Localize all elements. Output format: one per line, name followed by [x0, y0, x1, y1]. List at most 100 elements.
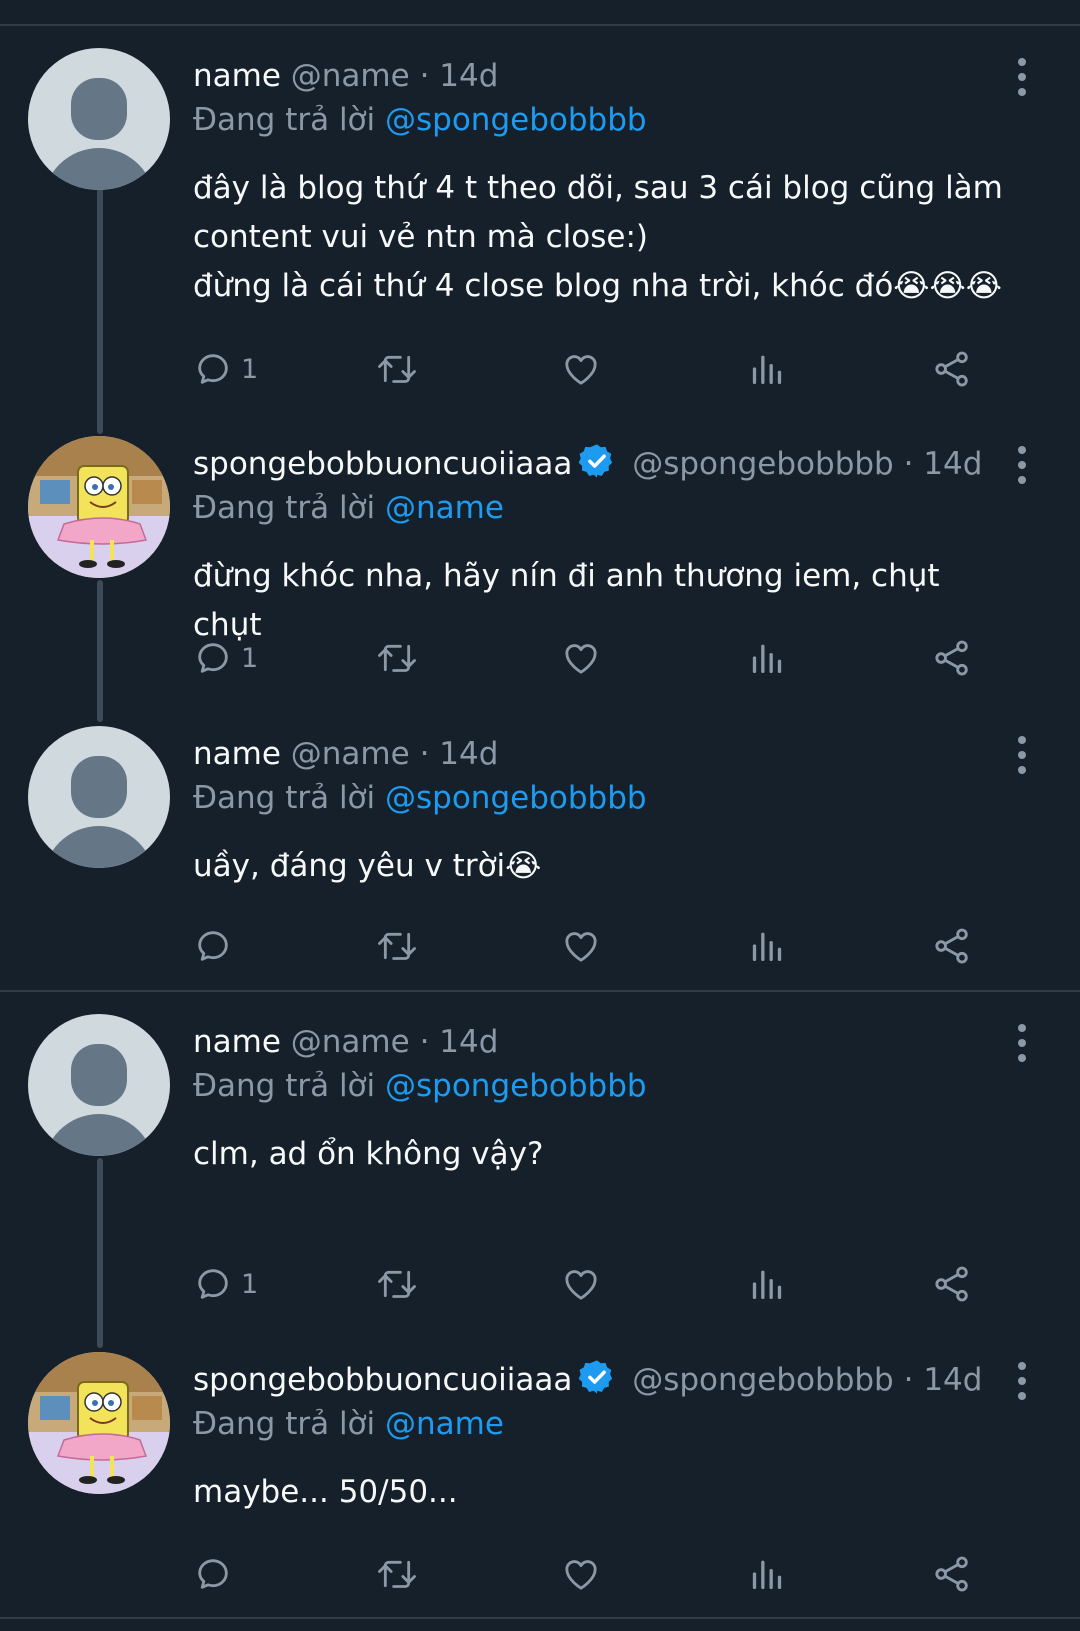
retweet-icon — [378, 932, 416, 960]
share-button[interactable] — [931, 343, 973, 395]
more-icon[interactable] — [1010, 736, 1034, 780]
reply-button[interactable]: 1 — [193, 1258, 258, 1310]
share-button[interactable] — [931, 1548, 973, 1600]
views-button[interactable] — [747, 632, 787, 684]
like-icon — [565, 1560, 597, 1590]
tweet-text: uầy, đáng yêu v trời😭 — [193, 848, 542, 884]
thread-line — [97, 1158, 103, 1348]
like-icon — [565, 1270, 597, 1300]
separator-dot: · — [903, 446, 914, 482]
like-button[interactable] — [561, 632, 601, 684]
reply-mention[interactable]: @name — [385, 1406, 504, 1442]
user-handle[interactable]: @name — [291, 58, 410, 94]
reply-icon — [198, 643, 228, 673]
views-icon — [752, 355, 782, 384]
spongebob-avatar[interactable] — [28, 436, 170, 578]
reply-mention[interactable]: @spongebobbbb — [385, 1068, 647, 1104]
tweet-actions: 1 — [193, 632, 1023, 684]
default-avatar[interactable] — [28, 48, 170, 190]
views-button[interactable] — [747, 1548, 787, 1600]
views-button[interactable] — [747, 920, 787, 972]
retweet-button[interactable] — [375, 1548, 419, 1600]
default-avatar[interactable] — [28, 1014, 170, 1156]
views-button[interactable] — [747, 1258, 787, 1310]
like-button[interactable] — [561, 920, 601, 972]
separator-dot: · — [419, 58, 430, 94]
views-button[interactable] — [747, 343, 787, 395]
reply-label: Đang trả lời — [193, 1406, 376, 1442]
share-icon — [935, 351, 968, 387]
reply-context: Đang trả lời @spongebobbbb — [193, 1064, 1013, 1112]
share-icon — [935, 1556, 968, 1592]
retweet-icon — [378, 1270, 416, 1298]
timestamp[interactable]: 14d — [923, 446, 982, 482]
user-handle[interactable]: @name — [291, 1024, 410, 1060]
reply-count: 1 — [241, 642, 259, 674]
views-icon — [752, 1270, 782, 1299]
retweet-button[interactable] — [375, 1258, 419, 1310]
tweet-actions: 1 — [193, 343, 1023, 395]
reply-button[interactable] — [193, 1548, 241, 1600]
retweet-button[interactable] — [375, 920, 419, 972]
reply-label: Đang trả lời — [193, 490, 376, 526]
more-icon[interactable] — [1010, 446, 1034, 490]
display-name[interactable]: name — [193, 58, 281, 94]
reply-context: Đang trả lời @spongebobbbb — [193, 776, 1013, 824]
tweet-text: đây là blog thứ 4 t theo dõi, sau 3 cái … — [193, 170, 1003, 304]
like-button[interactable] — [561, 1258, 601, 1310]
timestamp[interactable]: 14d — [439, 736, 498, 772]
share-button[interactable] — [931, 920, 973, 972]
like-icon — [565, 644, 597, 674]
tweet-header: name @name · 14d — [193, 1020, 1013, 1064]
views-icon — [752, 932, 782, 961]
more-icon[interactable] — [1010, 1024, 1034, 1068]
tweet-header: name @name · 14d — [193, 732, 1013, 776]
bottom-divider — [0, 1617, 1080, 1619]
reply-button[interactable] — [193, 920, 241, 972]
more-icon[interactable] — [1010, 1362, 1034, 1406]
views-icon — [752, 644, 782, 673]
tweet-header: name @name · 14d — [193, 54, 1013, 98]
user-handle[interactable]: @spongebobbbb — [632, 446, 894, 482]
spongebob-avatar[interactable] — [28, 1352, 170, 1494]
reply-count: 1 — [241, 353, 259, 385]
retweet-button[interactable] — [375, 343, 419, 395]
tweet-text: maybe... 50/50... — [193, 1474, 458, 1510]
user-handle[interactable]: @name — [291, 736, 410, 772]
top-divider — [0, 24, 1080, 26]
reply-button[interactable]: 1 — [193, 632, 258, 684]
reply-label: Đang trả lời — [193, 1068, 376, 1104]
retweet-icon — [378, 644, 416, 672]
reply-button[interactable]: 1 — [193, 343, 258, 395]
retweet-button[interactable] — [375, 632, 419, 684]
default-avatar[interactable] — [28, 726, 170, 868]
verified-icon — [578, 444, 613, 478]
display-name[interactable]: name — [193, 736, 281, 772]
verified-icon — [578, 1360, 613, 1394]
user-handle[interactable]: @spongebobbbb — [632, 1362, 894, 1398]
reply-count: 1 — [241, 1268, 259, 1300]
reply-mention[interactable]: @spongebobbbb — [385, 780, 647, 816]
share-button[interactable] — [931, 1258, 973, 1310]
reply-mention[interactable]: @spongebobbbb — [385, 102, 647, 138]
like-button[interactable] — [561, 1548, 601, 1600]
tweet-header: spongebobbuoncuoiiaaa @spongebobbbb · 14… — [193, 442, 1013, 486]
timestamp[interactable]: 14d — [923, 1362, 982, 1398]
tweet-actions — [193, 920, 1023, 972]
tweet-actions — [193, 1548, 1023, 1600]
reply-icon — [198, 1559, 228, 1589]
like-button[interactable] — [561, 343, 601, 395]
share-button[interactable] — [931, 632, 973, 684]
separator-dot: · — [419, 736, 430, 772]
timestamp[interactable]: 14d — [439, 58, 498, 94]
reply-mention[interactable]: @name — [385, 490, 504, 526]
display-name[interactable]: name — [193, 1024, 281, 1060]
display-name[interactable]: spongebobbuoncuoiiaaa — [193, 1362, 572, 1398]
separator-dot: · — [419, 1024, 430, 1060]
more-icon[interactable] — [1010, 58, 1034, 102]
display-name[interactable]: spongebobbuoncuoiiaaa — [193, 446, 572, 482]
conversation-divider — [0, 990, 1080, 992]
thread-line — [97, 188, 103, 434]
timestamp[interactable]: 14d — [439, 1024, 498, 1060]
views-icon — [752, 1560, 782, 1589]
